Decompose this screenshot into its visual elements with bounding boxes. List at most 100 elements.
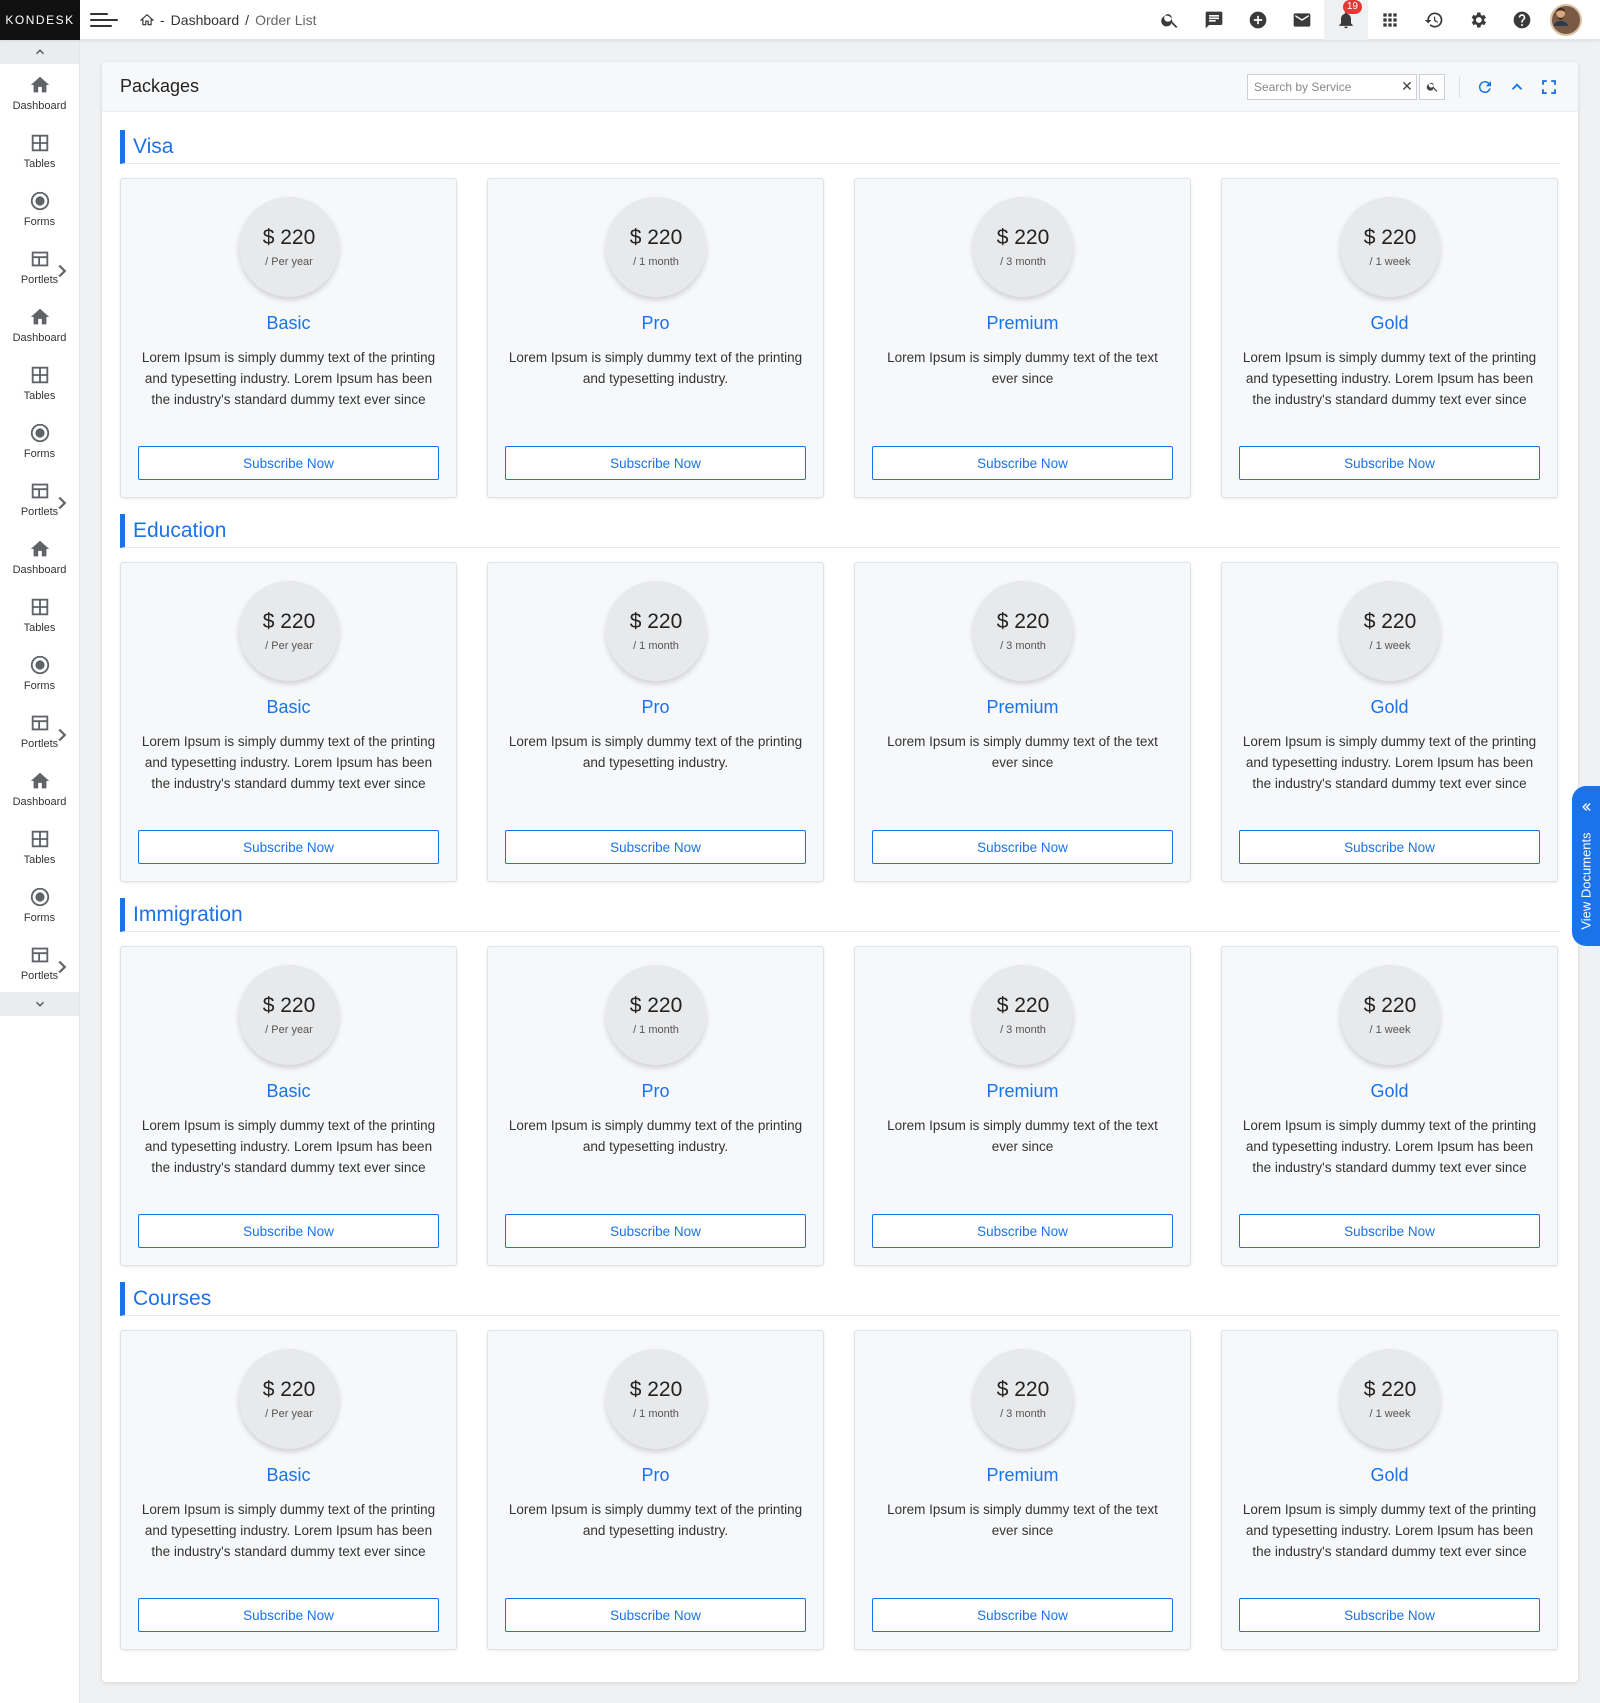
add-circle-icon[interactable] [1236, 0, 1280, 40]
subscribe-now-button[interactable]: Subscribe Now [1239, 1214, 1540, 1248]
plan-card-pro: $ 220 / 1 month Pro Lorem Ipsum is simply d… [487, 1330, 824, 1650]
mail-icon[interactable] [1280, 0, 1324, 40]
view-documents-tab[interactable]: View Documents [1572, 786, 1600, 946]
subscribe-now-button[interactable]: Subscribe Now [1239, 1598, 1540, 1632]
sidebar-item-forms[interactable]: Forms [0, 412, 79, 470]
sidebar-item-portlets[interactable]: Portlets [0, 238, 79, 296]
sidebar-item-dashboard[interactable]: Dashboard [0, 296, 79, 354]
search-icon[interactable] [1148, 0, 1192, 40]
notification-bell-icon[interactable]: 19 [1324, 0, 1368, 40]
plan-cards: $ 220 / Per year Basic Lorem Ipsum is simpl… [120, 1330, 1560, 1650]
price-period: / 1 month [633, 256, 679, 268]
sidebar-item-dashboard[interactable]: Dashboard [0, 528, 79, 586]
apps-grid-icon[interactable] [1368, 0, 1412, 40]
home-icon [30, 772, 49, 789]
price-amount: $ 220 [629, 226, 683, 249]
sidebar-item-forms[interactable]: Forms [0, 644, 79, 702]
sidebar-item-dashboard[interactable]: Dashboard [0, 760, 79, 818]
refresh-icon[interactable] [1474, 76, 1496, 98]
collapse-chevron-up-icon[interactable] [1506, 76, 1528, 98]
chevron-right-icon [58, 728, 67, 742]
sidebar-item-label: Dashboard [12, 100, 67, 112]
section-title: Education [120, 514, 1560, 548]
price-period: / Per year [265, 256, 313, 268]
sidebar-item-label: Tables [23, 854, 56, 866]
sidebar-item-tables[interactable]: Tables [0, 586, 79, 644]
chat-icon[interactable] [1192, 0, 1236, 40]
subscribe-now-button[interactable]: Subscribe Now [138, 446, 439, 480]
sidebar-items: Dashboard Tables Forms Portlets Dashboard Tab… [0, 64, 79, 992]
sidebar-item-tables[interactable]: Tables [0, 818, 79, 876]
plan-description: Lorem Ipsum is simply dummy text of the … [508, 734, 803, 770]
search-button[interactable] [1419, 73, 1445, 100]
home-icon[interactable] [140, 13, 154, 27]
user-avatar[interactable] [1544, 0, 1588, 40]
price-circle: $ 220 / 3 month [973, 197, 1073, 297]
subscribe-now-button[interactable]: Subscribe Now [505, 446, 806, 480]
subscribe-now-button[interactable]: Subscribe Now [872, 446, 1173, 480]
plan-cards: $ 220 / Per year Basic Lorem Ipsum is simpl… [120, 946, 1560, 1266]
search-box: ✕ [1247, 73, 1417, 100]
price-circle: $ 220 / 1 week [1340, 197, 1440, 297]
search-service-input[interactable] [1248, 79, 1398, 94]
subscribe-now-button[interactable]: Subscribe Now [505, 830, 806, 864]
plan-description: Lorem Ipsum is simply dummy text of the … [887, 734, 1158, 770]
help-icon[interactable] [1500, 0, 1544, 40]
subscribe-now-button[interactable]: Subscribe Now [138, 1598, 439, 1632]
chevron-right-icon [58, 264, 67, 278]
plan-card-premium: $ 220 / 3 month Premium Lorem Ipsum is simp… [854, 562, 1191, 882]
sidebar-item-portlets[interactable]: Portlets [0, 470, 79, 528]
plan-name: Premium [986, 313, 1059, 333]
portlet-icon [31, 483, 48, 499]
sidebar-item-portlets[interactable]: Portlets [0, 702, 79, 760]
clear-search-icon[interactable]: ✕ [1398, 78, 1416, 95]
history-icon[interactable] [1412, 0, 1456, 40]
sidebar-item-label: Forms [23, 912, 56, 924]
plan-description: Lorem Ipsum is simply dummy text of the … [508, 350, 803, 386]
sidebar-item-tables[interactable]: Tables [0, 354, 79, 412]
sidebar-scroll-down[interactable] [0, 992, 79, 1016]
plan-description: Lorem Ipsum is simply dummy text of the … [141, 734, 436, 791]
subscribe-now-button[interactable]: Subscribe Now [1239, 830, 1540, 864]
radio-icon [30, 655, 49, 675]
sidebar-item-dashboard[interactable]: Dashboard [0, 64, 79, 122]
plan-name: Gold [1370, 697, 1409, 717]
subscribe-now-button[interactable]: Subscribe Now [138, 830, 439, 864]
price-period: / 1 month [633, 640, 679, 652]
portlet-icon [31, 715, 48, 731]
plan-name: Premium [986, 1465, 1059, 1485]
subscribe-now-button[interactable]: Subscribe Now [872, 1214, 1173, 1248]
package-section-immigration: Immigration $ 220 / Per year Basic Lorem Ips… [120, 898, 1560, 1266]
chevron-up-icon [35, 49, 44, 55]
subscribe-now-button[interactable]: Subscribe Now [505, 1214, 806, 1248]
table-icon [31, 366, 48, 384]
plan-card-premium: $ 220 / 3 month Premium Lorem Ipsum is simp… [854, 1330, 1191, 1650]
tool-divider [1459, 75, 1460, 98]
sidebar-scroll-up[interactable] [0, 40, 79, 64]
brand-logo[interactable]: KONDESK [0, 0, 80, 40]
subscribe-now-button[interactable]: Subscribe Now [872, 830, 1173, 864]
sidebar-item-label: Dashboard [12, 796, 67, 808]
plan-cards: $ 220 / Per year Basic Lorem Ipsum is simpl… [120, 562, 1560, 882]
subscribe-now-button[interactable]: Subscribe Now [1239, 446, 1540, 480]
top-bar: KONDESK - Dashboard / Order List 19 [0, 0, 1600, 40]
sidebar-item-tables[interactable]: Tables [0, 122, 79, 180]
breadcrumb-dashboard-link[interactable]: Dashboard [171, 12, 240, 28]
subscribe-now-button[interactable]: Subscribe Now [138, 1214, 439, 1248]
subscribe-now-button[interactable]: Subscribe Now [505, 1598, 806, 1632]
fullscreen-icon[interactable] [1538, 76, 1560, 98]
sidebar-item-forms[interactable]: Forms [0, 180, 79, 238]
sidebar-item-portlets[interactable]: Portlets [0, 934, 79, 992]
price-period: / 1 month [633, 1024, 679, 1036]
settings-gear-icon[interactable] [1456, 0, 1500, 40]
menu-toggle-icon[interactable] [90, 12, 118, 28]
price-amount: $ 220 [1363, 1378, 1417, 1401]
plan-card-gold: $ 220 / 1 week Gold Lorem Ipsum is simply d… [1221, 562, 1558, 882]
price-circle: $ 220 / 1 month [606, 965, 706, 1065]
sidebar-item-label: Forms [23, 448, 56, 460]
sidebar-item-forms[interactable]: Forms [0, 876, 79, 934]
price-amount: $ 220 [1363, 226, 1417, 249]
subscribe-now-button[interactable]: Subscribe Now [872, 1598, 1173, 1632]
panel-body: Visa $ 220 / Per year Basic Lorem Ipsum is s… [102, 112, 1578, 1650]
double-chevron-left-icon [1582, 803, 1591, 811]
